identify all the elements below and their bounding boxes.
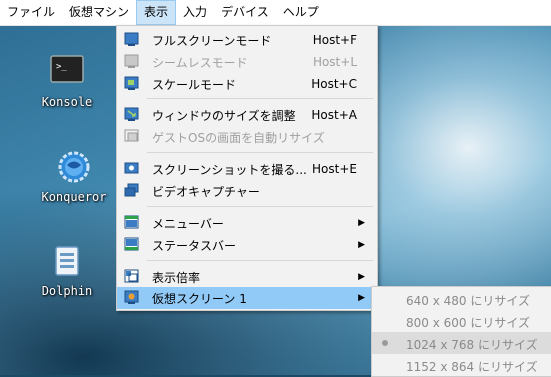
menu-separator (147, 152, 373, 153)
menu-view[interactable]: 表示 (136, 0, 177, 25)
submenu-arrow-icon: ▶ (358, 218, 365, 228)
menu-item-label: ビデオキャプチャー (152, 184, 260, 199)
menu-item-label: ゲストOSの画面を自動リサイズ (152, 130, 325, 145)
menu-item-adjust-window[interactable]: ウィンドウのサイズを調整 Host+A (117, 104, 377, 126)
menu-item-label: シームレスモード (152, 55, 248, 70)
statusbar-icon (124, 237, 139, 252)
menu-item-seamless[interactable]: シームレスモード Host+L (117, 51, 377, 73)
desktop-icon-label: Konsole (41, 95, 93, 109)
video-capture-icon (124, 183, 139, 198)
menu-separator (147, 260, 373, 261)
menu-item-statusbar[interactable]: ステータスバー ▶ (117, 234, 377, 256)
submenu-item-label: 1152 x 864 にリサイズ (406, 360, 538, 374)
desktop-icon-konsole[interactable]: >_ Konsole (27, 55, 107, 109)
submenu-item-label: 1024 x 768 にリサイズ (406, 338, 538, 352)
terminal-icon: >_ (50, 55, 84, 89)
menu-item-virtual-screen-1[interactable]: 仮想スクリーン 1 ▶ (117, 287, 377, 309)
submenu-arrow-icon: ▶ (358, 293, 365, 303)
desktop-icon-dolphin[interactable]: Dolphin (27, 244, 107, 298)
fullscreen-icon (124, 32, 139, 47)
shortcut-label: Host+C (311, 77, 357, 91)
menu-item-label: スケールモード (152, 77, 237, 92)
menu-file[interactable]: ファイル (0, 0, 62, 25)
submenu-item-label: 800 x 600 にリサイズ (406, 316, 530, 330)
seamless-icon (124, 54, 139, 69)
scale-factor-icon (124, 269, 139, 284)
adjust-window-icon (124, 107, 139, 122)
auto-resize-icon (124, 129, 139, 144)
menu-machine[interactable]: 仮想マシン (62, 0, 136, 25)
menu-item-menubar[interactable]: メニューバー ▶ (117, 212, 377, 234)
menu-item-screenshot[interactable]: スクリーンショットを撮る... Host+E (117, 158, 377, 180)
submenu-arrow-icon: ▶ (358, 272, 365, 282)
globe-gear-icon (57, 150, 91, 184)
menu-item-fullscreen[interactable]: フルスクリーンモード Host+F (117, 29, 377, 51)
shortcut-label: Host+A (311, 108, 357, 122)
shortcut-label: Host+E (312, 162, 357, 176)
menu-item-label: ウィンドウのサイズを調整 (152, 108, 296, 123)
shortcut-label: Host+L (312, 55, 357, 69)
virtual-screen-icon (124, 290, 139, 305)
submenu-arrow-icon: ▶ (358, 240, 365, 250)
desktop-icon-label: Konqueror (41, 190, 107, 204)
desktop-icon-label: Dolphin (41, 284, 93, 298)
radio-selected-icon (382, 340, 388, 346)
menu-item-scale-mode[interactable]: スケールモード Host+C (117, 73, 377, 95)
menu-help[interactable]: ヘルプ (276, 0, 326, 25)
menu-item-label: フルスクリーンモード (152, 33, 272, 48)
virtual-screen-submenu: 640 x 480 にリサイズ 800 x 600 にリサイズ 1024 x 7… (371, 286, 551, 377)
folder-icon (50, 244, 84, 278)
view-menu-dropdown: フルスクリーンモード Host+F シームレスモード Host+L スケールモー… (116, 25, 378, 311)
submenu-item-1024x768[interactable]: 1024 x 768 にリサイズ (372, 332, 551, 354)
menu-item-label: 表示倍率 (152, 270, 201, 285)
submenu-item-label: 640 x 480 にリサイズ (406, 294, 530, 308)
submenu-item-1152x864[interactable]: 1152 x 864 にリサイズ (372, 354, 551, 376)
shortcut-label: Host+F (312, 33, 357, 47)
menu-separator (147, 206, 373, 207)
desktop-icon-konqueror[interactable]: Konqueror (34, 150, 114, 204)
menu-separator (147, 98, 373, 99)
menu-item-label: 仮想スクリーン 1 (152, 291, 247, 306)
menu-item-scale-factor[interactable]: 表示倍率 ▶ (117, 266, 377, 288)
svg-text:>_: >_ (56, 62, 67, 72)
vm-menubar: ファイル 仮想マシン 表示 入力 デバイス ヘルプ (0, 0, 551, 26)
menu-item-label: ステータスバー (152, 238, 237, 253)
menu-item-label: スクリーンショットを撮る... (152, 162, 307, 177)
menu-item-auto-resize[interactable]: ゲストOSの画面を自動リサイズ (117, 126, 377, 148)
menu-input[interactable]: 入力 (176, 0, 214, 25)
menu-item-label: メニューバー (152, 216, 224, 231)
menu-item-video-capture[interactable]: ビデオキャプチャー (117, 180, 377, 202)
menu-devices[interactable]: デバイス (214, 0, 276, 25)
submenu-item-800x600[interactable]: 800 x 600 にリサイズ (372, 310, 551, 332)
menubar-icon (124, 215, 139, 230)
screenshot-icon (124, 161, 139, 176)
scale-icon (124, 76, 139, 91)
submenu-item-640x480[interactable]: 640 x 480 にリサイズ (372, 288, 551, 310)
